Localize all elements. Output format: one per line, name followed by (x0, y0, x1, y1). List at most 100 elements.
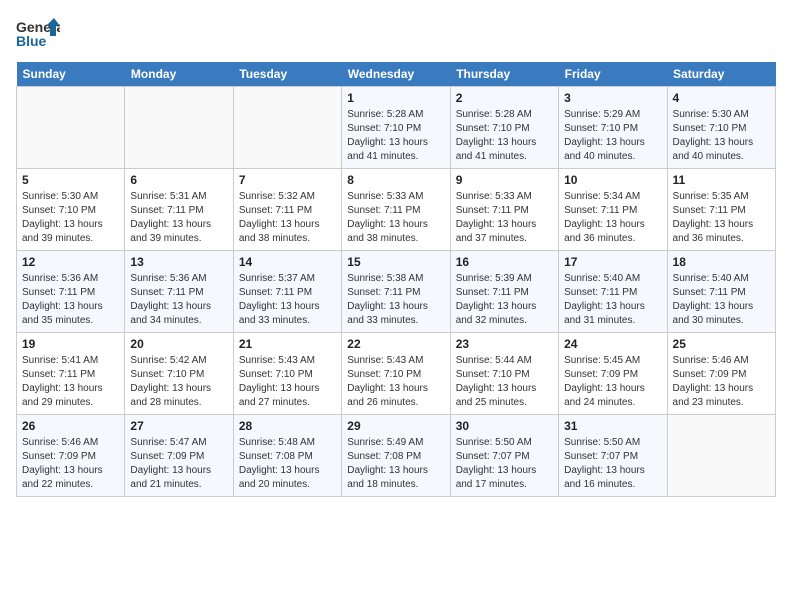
calendar-cell: 7Sunrise: 5:32 AM Sunset: 7:11 PM Daylig… (233, 169, 341, 251)
page-header: General Blue (16, 16, 776, 54)
calendar-cell: 13 Sunrise: 5:36 AM Sunset: 7:11 PM Dayli… (125, 251, 233, 333)
calendar-cell: 26 Sunrise: 5:46 AM Sunset: 7:09 PM Dayli… (17, 415, 125, 497)
calendar-cell: 23 Sunrise: 5:44 AM Sunset: 7:10 PM Dayli… (450, 333, 558, 415)
calendar-cell (17, 87, 125, 169)
day-number: 26 (22, 419, 119, 433)
day-number: 23 (456, 337, 553, 351)
calendar-cell: 2 Sunrise: 5:28 AM Sunset: 7:10 PM Daylig… (450, 87, 558, 169)
day-info: Sunrise: 5:44 AM Sunset: 7:10 PM Dayligh… (456, 354, 553, 410)
day-info: Sunrise: 5:38 AM Sunset: 7:11 PM Dayligh… (347, 272, 444, 328)
day-number: 5 (22, 173, 119, 187)
day-info: Sunrise: 5:28 AM Sunset: 7:10 PM Dayligh… (456, 108, 553, 164)
day-info: Sunrise: 5:45 AM Sunset: 7:09 PM Dayligh… (564, 354, 661, 410)
calendar-cell: 27 Sunrise: 5:47 AM Sunset: 7:09 PM Dayli… (125, 415, 233, 497)
day-number: 13 (130, 255, 227, 269)
day-number: 16 (456, 255, 553, 269)
calendar-cell: 10Sunrise: 5:34 AM Sunset: 7:11 PM Dayli… (559, 169, 667, 251)
day-number: 18 (673, 255, 770, 269)
week-row-1: 1 Sunrise: 5:28 AM Sunset: 7:10 PM Daylig… (17, 87, 776, 169)
calendar-cell: 4 Sunrise: 5:30 AM Sunset: 7:10 PM Daylig… (667, 87, 775, 169)
day-info: Sunrise: 5:36 AM Sunset: 7:11 PM Dayligh… (130, 272, 227, 328)
day-info: Sunrise: 5:35 AM Sunset: 7:11 PM Dayligh… (673, 190, 770, 246)
weekday-header-friday: Friday (559, 62, 667, 87)
day-info: Sunrise: 5:37 AM Sunset: 7:11 PM Dayligh… (239, 272, 336, 328)
svg-text:Blue: Blue (16, 33, 47, 49)
weekday-header-tuesday: Tuesday (233, 62, 341, 87)
day-number: 21 (239, 337, 336, 351)
calendar-cell: 24 Sunrise: 5:45 AM Sunset: 7:09 PM Dayli… (559, 333, 667, 415)
day-number: 4 (673, 91, 770, 105)
day-info: Sunrise: 5:47 AM Sunset: 7:09 PM Dayligh… (130, 436, 227, 492)
week-row-2: 5 Sunrise: 5:30 AM Sunset: 7:10 PM Daylig… (17, 169, 776, 251)
calendar-cell: 16 Sunrise: 5:39 AM Sunset: 7:11 PM Dayli… (450, 251, 558, 333)
calendar-cell: 9 Sunrise: 5:33 AM Sunset: 7:11 PM Daylig… (450, 169, 558, 251)
day-info: Sunrise: 5:40 AM Sunset: 7:11 PM Dayligh… (673, 272, 770, 328)
day-info: Sunrise: 5:42 AM Sunset: 7:10 PM Dayligh… (130, 354, 227, 410)
day-info: Sunrise: 5:43 AM Sunset: 7:10 PM Dayligh… (239, 354, 336, 410)
day-info: Sunrise: 5:33 AM Sunset: 7:11 PM Dayligh… (347, 190, 444, 246)
day-number: 11 (673, 173, 770, 187)
day-number: 30 (456, 419, 553, 433)
calendar-cell: 3Sunrise: 5:29 AM Sunset: 7:10 PM Daylig… (559, 87, 667, 169)
calendar-cell (125, 87, 233, 169)
calendar-cell: 20Sunrise: 5:42 AM Sunset: 7:10 PM Dayli… (125, 333, 233, 415)
day-info: Sunrise: 5:46 AM Sunset: 7:09 PM Dayligh… (673, 354, 770, 410)
day-number: 19 (22, 337, 119, 351)
week-row-4: 19 Sunrise: 5:41 AM Sunset: 7:11 PM Dayli… (17, 333, 776, 415)
calendar-cell: 21 Sunrise: 5:43 AM Sunset: 7:10 PM Dayli… (233, 333, 341, 415)
week-row-3: 12Sunrise: 5:36 AM Sunset: 7:11 PM Dayli… (17, 251, 776, 333)
calendar-cell (667, 415, 775, 497)
day-number: 17 (564, 255, 661, 269)
day-info: Sunrise: 5:43 AM Sunset: 7:10 PM Dayligh… (347, 354, 444, 410)
day-number: 29 (347, 419, 444, 433)
day-info: Sunrise: 5:28 AM Sunset: 7:10 PM Dayligh… (347, 108, 444, 164)
day-info: Sunrise: 5:30 AM Sunset: 7:10 PM Dayligh… (22, 190, 119, 246)
calendar-cell: 19 Sunrise: 5:41 AM Sunset: 7:11 PM Dayli… (17, 333, 125, 415)
day-info: Sunrise: 5:30 AM Sunset: 7:10 PM Dayligh… (673, 108, 770, 164)
calendar-cell: 14 Sunrise: 5:37 AM Sunset: 7:11 PM Dayli… (233, 251, 341, 333)
calendar-cell: 28Sunrise: 5:48 AM Sunset: 7:08 PM Dayli… (233, 415, 341, 497)
calendar-cell: 29 Sunrise: 5:49 AM Sunset: 7:08 PM Dayli… (342, 415, 450, 497)
day-number: 27 (130, 419, 227, 433)
day-info: Sunrise: 5:36 AM Sunset: 7:11 PM Dayligh… (22, 272, 119, 328)
calendar-table: SundayMondayTuesdayWednesdayThursdayFrid… (16, 62, 776, 497)
day-number: 8 (347, 173, 444, 187)
calendar-cell: 30 Sunrise: 5:50 AM Sunset: 7:07 PM Dayli… (450, 415, 558, 497)
calendar-cell: 6Sunrise: 5:31 AM Sunset: 7:11 PM Daylig… (125, 169, 233, 251)
day-info: Sunrise: 5:40 AM Sunset: 7:11 PM Dayligh… (564, 272, 661, 328)
day-number: 1 (347, 91, 444, 105)
week-row-5: 26 Sunrise: 5:46 AM Sunset: 7:09 PM Dayli… (17, 415, 776, 497)
day-info: Sunrise: 5:41 AM Sunset: 7:11 PM Dayligh… (22, 354, 119, 410)
day-number: 28 (239, 419, 336, 433)
day-number: 3 (564, 91, 661, 105)
day-number: 24 (564, 337, 661, 351)
calendar-cell: 5 Sunrise: 5:30 AM Sunset: 7:10 PM Daylig… (17, 169, 125, 251)
calendar-cell: 17 Sunrise: 5:40 AM Sunset: 7:11 PM Dayli… (559, 251, 667, 333)
day-info: Sunrise: 5:39 AM Sunset: 7:11 PM Dayligh… (456, 272, 553, 328)
day-info: Sunrise: 5:49 AM Sunset: 7:08 PM Dayligh… (347, 436, 444, 492)
calendar-cell: 11 Sunrise: 5:35 AM Sunset: 7:11 PM Dayli… (667, 169, 775, 251)
day-number: 25 (673, 337, 770, 351)
day-number: 31 (564, 419, 661, 433)
weekday-header-saturday: Saturday (667, 62, 775, 87)
weekday-header-wednesday: Wednesday (342, 62, 450, 87)
day-number: 14 (239, 255, 336, 269)
weekday-header-sunday: Sunday (17, 62, 125, 87)
day-number: 2 (456, 91, 553, 105)
weekday-header-row: SundayMondayTuesdayWednesdayThursdayFrid… (17, 62, 776, 87)
weekday-header-monday: Monday (125, 62, 233, 87)
calendar-cell: 8 Sunrise: 5:33 AM Sunset: 7:11 PM Daylig… (342, 169, 450, 251)
calendar-cell: 1 Sunrise: 5:28 AM Sunset: 7:10 PM Daylig… (342, 87, 450, 169)
calendar-cell (233, 87, 341, 169)
day-info: Sunrise: 5:33 AM Sunset: 7:11 PM Dayligh… (456, 190, 553, 246)
day-info: Sunrise: 5:46 AM Sunset: 7:09 PM Dayligh… (22, 436, 119, 492)
calendar-cell: 15Sunrise: 5:38 AM Sunset: 7:11 PM Dayli… (342, 251, 450, 333)
day-info: Sunrise: 5:34 AM Sunset: 7:11 PM Dayligh… (564, 190, 661, 246)
calendar-cell: 22Sunrise: 5:43 AM Sunset: 7:10 PM Dayli… (342, 333, 450, 415)
day-number: 9 (456, 173, 553, 187)
calendar-cell: 31 Sunrise: 5:50 AM Sunset: 7:07 PM Dayli… (559, 415, 667, 497)
day-info: Sunrise: 5:50 AM Sunset: 7:07 PM Dayligh… (456, 436, 553, 492)
calendar-cell: 18 Sunrise: 5:40 AM Sunset: 7:11 PM Dayli… (667, 251, 775, 333)
day-info: Sunrise: 5:50 AM Sunset: 7:07 PM Dayligh… (564, 436, 661, 492)
day-number: 7 (239, 173, 336, 187)
